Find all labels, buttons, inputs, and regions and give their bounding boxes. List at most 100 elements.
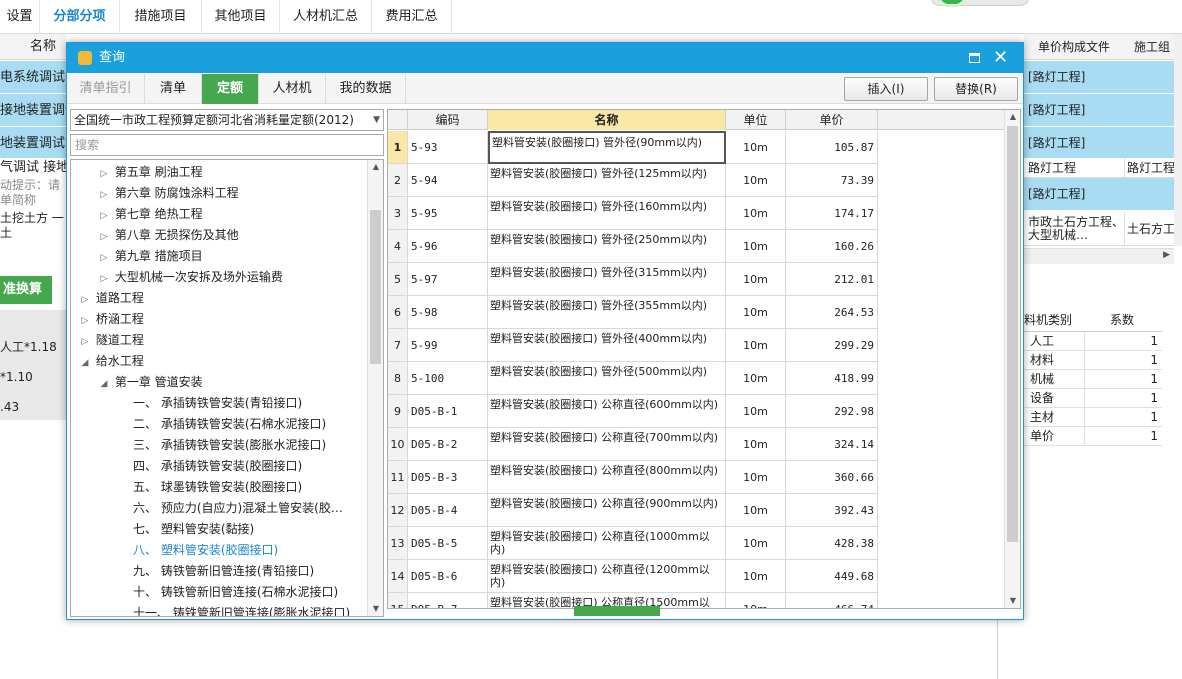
row-index[interactable]: 6 (388, 296, 408, 329)
tab-measures[interactable]: 措施项目 (120, 0, 202, 34)
scroll-thumb[interactable] (370, 210, 381, 364)
row-index[interactable]: 8 (388, 362, 408, 395)
name-cell[interactable]: 塑料管安装(胶圈接口) 公称直径(1000mm以内) (488, 527, 726, 560)
unit-cell[interactable]: 10m (726, 164, 786, 197)
tree-vertical-scrollbar[interactable]: ▲ ▼ (367, 160, 383, 616)
tree-node[interactable]: ▷ 道路工程 (71, 288, 144, 309)
code-cell[interactable]: D05-B-1 (408, 395, 488, 428)
unit-cell[interactable]: 10m (726, 593, 786, 608)
scroll-down-icon[interactable]: ▼ (1005, 594, 1020, 608)
tree-node[interactable]: 六、 预应力(自应力)混凝土管安装(胶… (71, 498, 343, 519)
code-cell[interactable]: D05-B-7 (408, 593, 488, 608)
row-index[interactable]: 10 (388, 428, 408, 461)
code-cell[interactable]: D05-B-3 (408, 461, 488, 494)
bg-row[interactable]: 接地装置调试 (0, 94, 66, 127)
table-row[interactable]: 11 D05-B-3 塑料管安装(胶圈接口) 公称直径(800mm以内) 10m 360… (388, 461, 878, 494)
bg-right-horizontal-scrollbar[interactable]: ▶ (1024, 248, 1174, 264)
code-cell[interactable]: 5-95 (408, 197, 488, 230)
code-cell[interactable]: 5-98 (408, 296, 488, 329)
unit-cell[interactable]: 10m (726, 428, 786, 461)
unit-cell[interactable]: 10m (726, 230, 786, 263)
bg-right-row[interactable]: [路灯工程] (1024, 127, 1174, 160)
tab-labor-material-summary[interactable]: 人材机汇总 (280, 0, 372, 34)
table-row[interactable]: 6 5-98 塑料管安装(胶圈接口) 管外径(355mm以内) 10m 264.53 (388, 296, 878, 329)
name-cell[interactable]: 塑料管安装(胶圈接口) 管外径(315mm以内) (488, 263, 726, 296)
table-row[interactable]: 12 D05-B-4 塑料管安装(胶圈接口) 公称直径(900mm以内) 10m 392… (388, 494, 878, 527)
tree-node[interactable]: ▷ 隧道工程 (71, 330, 144, 351)
coefficient-row[interactable]: 人工 1 (1024, 332, 1162, 351)
price-cell[interactable]: 160.26 (786, 230, 878, 263)
close-icon[interactable]: ✕ (993, 46, 1008, 70)
bg-right-vertical-scrollbar[interactable] (1174, 34, 1182, 246)
chevron-down-icon[interactable]: ▼ (373, 110, 380, 130)
code-cell[interactable]: D05-B-2 (408, 428, 488, 461)
tree-node[interactable]: 三、 承插铸铁管安装(膨胀水泥接口) (71, 435, 326, 456)
code-cell[interactable]: 5-100 (408, 362, 488, 395)
table-row[interactable]: 8 5-100 塑料管安装(胶圈接口) 管外径(500mm以内) 10m 418.99 (388, 362, 878, 395)
row-index[interactable]: 15 (388, 593, 408, 608)
maximize-icon[interactable] (969, 53, 980, 63)
tree-node[interactable]: ▷ 第九章 措施项目 (71, 246, 203, 267)
scroll-up-icon[interactable]: ▲ (368, 160, 383, 174)
price-cell[interactable]: 212.01 (786, 263, 878, 296)
conversion-item[interactable]: .43 (0, 400, 19, 414)
tree-node[interactable]: ▷ 第八章 无损探伤及其他 (71, 225, 239, 246)
bg-right-row[interactable]: [路灯工程] (1024, 94, 1174, 127)
unit-cell[interactable]: 10m (726, 395, 786, 428)
unit-cell[interactable]: 10m (726, 296, 786, 329)
name-cell[interactable]: 塑料管安装(胶圈接口) 公称直径(600mm以内) (488, 395, 726, 428)
code-cell[interactable]: 5-96 (408, 230, 488, 263)
unit-cell[interactable]: 10m (726, 131, 786, 164)
table-row[interactable]: 3 5-95 塑料管安装(胶圈接口) 管外径(160mm以内) 10m 174.17 (388, 197, 878, 230)
scroll-down-icon[interactable]: ▼ (368, 602, 383, 616)
table-row[interactable]: 14 D05-B-6 塑料管安装(胶圈接口) 公称直径(1200mm以内) 10m 44… (388, 560, 878, 593)
bg-row[interactable]: 地装置调试 (0, 127, 66, 160)
tab-quota[interactable]: 定额 (202, 74, 259, 104)
tree-node[interactable]: 十、 铸铁管新旧管连接(石棉水泥接口) (71, 582, 338, 603)
price-cell[interactable]: 466.74 (786, 593, 878, 608)
tree-node[interactable]: 九、 铸铁管新旧管连接(青铅接口) (71, 561, 314, 582)
name-cell[interactable]: 塑料管安装(胶圈接口) 管外径(125mm以内) (488, 164, 726, 197)
row-index[interactable]: 3 (388, 197, 408, 230)
coefficient-row[interactable]: 单价 1 (1024, 427, 1162, 446)
tab-cost-summary[interactable]: 费用汇总 (372, 0, 452, 34)
tree-node[interactable]: 四、 承插铸铁管安装(胶圈接口) (71, 456, 302, 477)
code-cell[interactable]: 5-94 (408, 164, 488, 197)
unit-cell[interactable]: 10m (726, 461, 786, 494)
tree-node[interactable]: ▷ 第六章 防腐蚀涂料工程 (71, 183, 239, 204)
name-cell[interactable]: 塑料管安装(胶圈接口) 管外径(250mm以内) (488, 230, 726, 263)
tab-other-items[interactable]: 其他项目 (202, 0, 280, 34)
tree-node[interactable]: 五、 球墨铸铁管安装(胶圈接口) (71, 477, 302, 498)
code-cell[interactable]: D05-B-5 (408, 527, 488, 560)
price-cell[interactable]: 392.43 (786, 494, 878, 527)
price-cell[interactable]: 174.17 (786, 197, 878, 230)
tab-bill[interactable]: 清单 (145, 74, 202, 104)
table-row[interactable]: 5 5-97 塑料管安装(胶圈接口) 管外径(315mm以内) 10m 212.01 (388, 263, 878, 296)
unit-cell[interactable]: 10m (726, 494, 786, 527)
tab-bill-guide[interactable]: 清单指引 (67, 74, 145, 104)
row-index[interactable]: 9 (388, 395, 408, 428)
scroll-up-icon[interactable]: ▲ (1005, 110, 1020, 124)
code-cell[interactable]: D05-B-4 (408, 494, 488, 527)
bg-row[interactable]: 电系统调试 (0, 61, 66, 94)
code-cell[interactable]: D05-B-6 (408, 560, 488, 593)
bg-right-row[interactable]: 路灯工程 路灯工程 (1024, 158, 1175, 178)
name-cell[interactable]: 塑料管安装(胶圈接口) 公称直径(900mm以内) (488, 494, 726, 527)
row-index[interactable]: 2 (388, 164, 408, 197)
column-unit-header[interactable]: 单位 (726, 110, 786, 130)
row-index[interactable]: 7 (388, 329, 408, 362)
tree-node[interactable]: 一、 承插铸铁管安装(青铅接口) (71, 393, 302, 414)
unit-cell[interactable]: 10m (726, 527, 786, 560)
price-cell[interactable]: 360.66 (786, 461, 878, 494)
code-cell[interactable]: 5-97 (408, 263, 488, 296)
table-row[interactable]: 2 5-94 塑料管安装(胶圈接口) 管外径(125mm以内) 10m 73.39 (388, 164, 878, 197)
coefficient-row[interactable]: 机械 1 (1024, 370, 1162, 389)
tree-node[interactable]: 七、 塑料管安装(黏接) (71, 519, 254, 540)
row-index[interactable]: 14 (388, 560, 408, 593)
price-cell[interactable]: 428.38 (786, 527, 878, 560)
price-cell[interactable]: 264.53 (786, 296, 878, 329)
tree-node-selected[interactable]: 八、 塑料管安装(胶圈接口) (71, 540, 278, 561)
conversion-item[interactable]: *1.10 (0, 370, 33, 384)
row-index[interactable]: 12 (388, 494, 408, 527)
bg-row[interactable]: 气调试 接地 (0, 158, 66, 178)
